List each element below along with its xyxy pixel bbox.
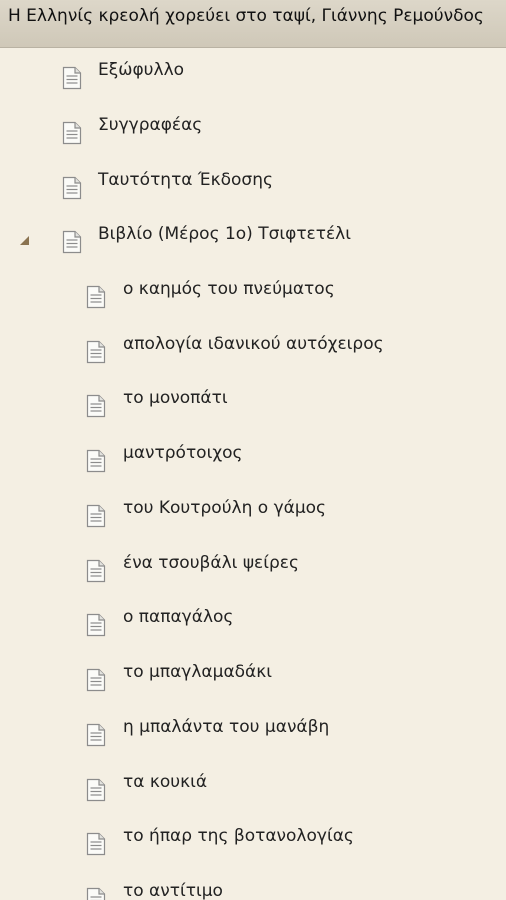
toc-chapter-item[interactable]: το μπαγλαμαδάκι — [0, 650, 506, 704]
document-icon — [86, 668, 106, 692]
table-of-contents: Εξώφυλλο Συγγραφέας Ταυτότητα Έκδοσης Βι… — [0, 48, 506, 900]
toc-chapter-item[interactable]: του Κουτρούλη ο γάμος — [0, 486, 506, 540]
toc-chapter-item[interactable]: απολογία ιδανικού αυτόχειρος — [0, 322, 506, 376]
toc-chapter-label: το μπαγλαμαδάκι — [123, 662, 273, 682]
document-icon — [86, 723, 106, 747]
document-icon — [86, 449, 106, 473]
toc-chapter-item[interactable]: ο παπαγάλος — [0, 595, 506, 649]
toc-chapter-item[interactable]: ένα τσουβάλι ψείρες — [0, 541, 506, 595]
toc-chapter-label: τα κουκιά — [123, 772, 208, 792]
book-title: Η Ελληνίς κρεολή χορεύει στο ταψί, Γιάνν… — [8, 6, 484, 26]
toc-chapter-label: το μονοπάτι — [123, 388, 228, 408]
document-icon — [86, 559, 106, 583]
document-icon — [62, 230, 82, 254]
toc-chapter-item[interactable]: το μονοπάτι — [0, 376, 506, 430]
toc-item-label: Εξώφυλλο — [98, 60, 185, 80]
document-icon — [86, 613, 106, 637]
toc-chapter-label: η μπαλάντα του μανάβη — [123, 717, 330, 737]
document-icon — [86, 285, 106, 309]
document-icon — [62, 121, 82, 145]
toc-item-edition-info[interactable]: Ταυτότητα Έκδοσης — [0, 158, 506, 212]
document-icon — [86, 504, 106, 528]
toc-chapter-item[interactable]: ο καημός του πνεύματος — [0, 267, 506, 321]
book-title-bar: Η Ελληνίς κρεολή χορεύει στο ταψί, Γιάνν… — [0, 0, 506, 48]
toc-item-book-part-1[interactable]: Βιβλίο (Μέρος 1ο) Τσιφτετέλι — [0, 212, 506, 266]
toc-chapter-label: ο καημός του πνεύματος — [123, 279, 335, 299]
toc-item-cover[interactable]: Εξώφυλλο — [0, 48, 506, 102]
document-icon — [86, 832, 106, 856]
toc-item-author[interactable]: Συγγραφέας — [0, 103, 506, 157]
document-icon — [62, 176, 82, 200]
document-icon — [62, 66, 82, 90]
toc-chapter-item[interactable]: το ήπαρ της βοτανολογίας — [0, 814, 506, 868]
toc-chapter-label: το ήπαρ της βοτανολογίας — [123, 826, 354, 846]
document-icon — [86, 887, 106, 900]
toc-chapter-item[interactable]: τα κουκιά — [0, 760, 506, 814]
expanded-triangle-icon[interactable] — [20, 236, 29, 245]
toc-chapter-label: απολογία ιδανικού αυτόχειρος — [123, 334, 384, 354]
document-icon — [86, 340, 106, 364]
toc-item-label: Βιβλίο (Μέρος 1ο) Τσιφτετέλι — [98, 224, 351, 244]
toc-chapter-label: το αντίτιμο — [123, 881, 223, 900]
toc-chapter-item[interactable]: το αντίτιμο — [0, 869, 506, 900]
toc-chapter-label: ένα τσουβάλι ψείρες — [123, 553, 299, 573]
toc-chapter-label: μαντρότοιχος — [123, 443, 243, 463]
toc-chapter-label: του Κουτρούλη ο γάμος — [123, 498, 327, 518]
document-icon — [86, 394, 106, 418]
document-icon — [86, 778, 106, 802]
toc-chapter-item[interactable]: η μπαλάντα του μανάβη — [0, 705, 506, 759]
toc-chapter-label: ο παπαγάλος — [123, 607, 234, 627]
toc-item-label: Ταυτότητα Έκδοσης — [98, 170, 273, 190]
toc-chapter-item[interactable]: μαντρότοιχος — [0, 431, 506, 485]
toc-item-label: Συγγραφέας — [98, 115, 203, 135]
